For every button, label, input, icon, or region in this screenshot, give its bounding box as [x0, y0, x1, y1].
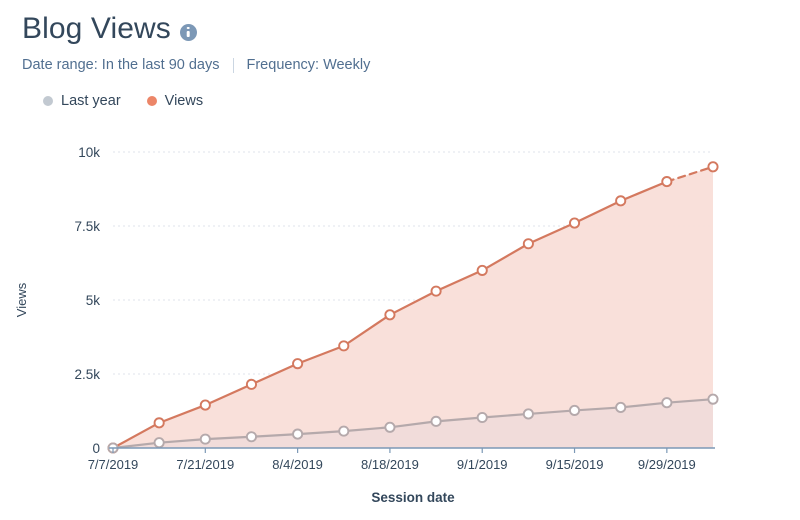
x-axis-tick-label: 8/18/2019 — [361, 457, 419, 472]
x-axis-tick-label: 8/4/2019 — [272, 457, 323, 472]
chart-legend: Last year Views — [43, 93, 203, 109]
date-range-label: Date range: In the last 90 days — [22, 57, 220, 73]
data-point[interactable] — [661, 397, 673, 409]
plot-area: 0 2.5k 5k 7.5k 10k 7/7/2019 7/21/2019 8/4/2019… — [0, 130, 800, 520]
title-row: Blog Views — [22, 10, 780, 48]
x-axis-tick-label: 7/7/2019 — [88, 457, 139, 472]
data-point[interactable] — [522, 408, 534, 420]
data-point[interactable] — [615, 195, 627, 207]
legend-item-views[interactable]: Views — [146, 93, 204, 109]
y-axis-tick-label: 0 — [92, 441, 100, 456]
data-point[interactable] — [153, 437, 165, 449]
data-point[interactable] — [338, 425, 350, 437]
data-point[interactable] — [476, 264, 488, 276]
data-point[interactable] — [199, 399, 211, 411]
legend-dot-last-year — [43, 96, 53, 106]
legend-dot-views — [146, 96, 157, 106]
y-axis-tick-labels: 0 2.5k 5k 7.5k 10k — [74, 145, 100, 456]
data-point[interactable] — [384, 309, 396, 321]
data-point[interactable] — [430, 415, 442, 427]
axes — [109, 447, 715, 453]
data-point[interactable] — [568, 217, 581, 229]
legend-label-last-year: Last year — [61, 93, 121, 109]
y-axis-tick-label: 2.5k — [74, 367, 100, 382]
data-point[interactable] — [245, 431, 258, 443]
frequency-label: Frequency: Weekly — [246, 57, 371, 73]
data-point[interactable] — [338, 340, 350, 352]
info-icon[interactable] — [179, 23, 197, 41]
data-point[interactable] — [292, 428, 304, 440]
data-point[interactable] — [568, 404, 581, 416]
x-axis-tick-label: 9/15/2019 — [546, 457, 604, 472]
x-axis-tick-label: 9/29/2019 — [638, 457, 696, 472]
data-point[interactable] — [615, 401, 627, 414]
x-axis-tick-label: 7/21/2019 — [176, 457, 234, 472]
legend-label-views: Views — [164, 93, 204, 109]
y-axis-tick-label: 10k — [78, 145, 100, 160]
data-point[interactable] — [153, 417, 165, 429]
data-point[interactable] — [245, 378, 258, 390]
data-point[interactable] — [522, 238, 534, 250]
legend-item-last-year[interactable]: Last year — [43, 93, 121, 109]
page-title: Blog Views — [22, 12, 171, 45]
data-point[interactable] — [430, 285, 442, 297]
subtitle-divider — [232, 57, 234, 73]
y-axis-tick-label: 5k — [86, 293, 101, 308]
chart-header: Blog Views Date range: In the last 90 da… — [22, 10, 780, 73]
y-axis-title: Views — [14, 282, 29, 317]
chart-subtitle: Date range: In the last 90 days Frequenc… — [22, 57, 780, 73]
x-axis-title: Session date — [371, 490, 455, 505]
data-point[interactable] — [384, 421, 396, 433]
x-axis-tick-labels: 7/7/2019 7/21/2019 8/4/2019 8/18/2019 9/1/20… — [88, 457, 696, 472]
data-point[interactable] — [292, 358, 304, 370]
data-point[interactable] — [707, 161, 719, 173]
y-axis-tick-label: 7.5k — [74, 219, 100, 234]
x-axis-tick-label: 9/1/2019 — [457, 457, 508, 472]
data-point[interactable] — [707, 393, 719, 405]
data-point[interactable] — [199, 433, 211, 445]
blog-views-chart-card: Blog Views Date range: In the last 90 da… — [0, 0, 800, 520]
data-point[interactable] — [661, 176, 673, 188]
data-point[interactable] — [476, 411, 488, 424]
chart-svg: 0 2.5k 5k 7.5k 10k 7/7/2019 7/21/2019 8/4/2019… — [14, 145, 719, 505]
